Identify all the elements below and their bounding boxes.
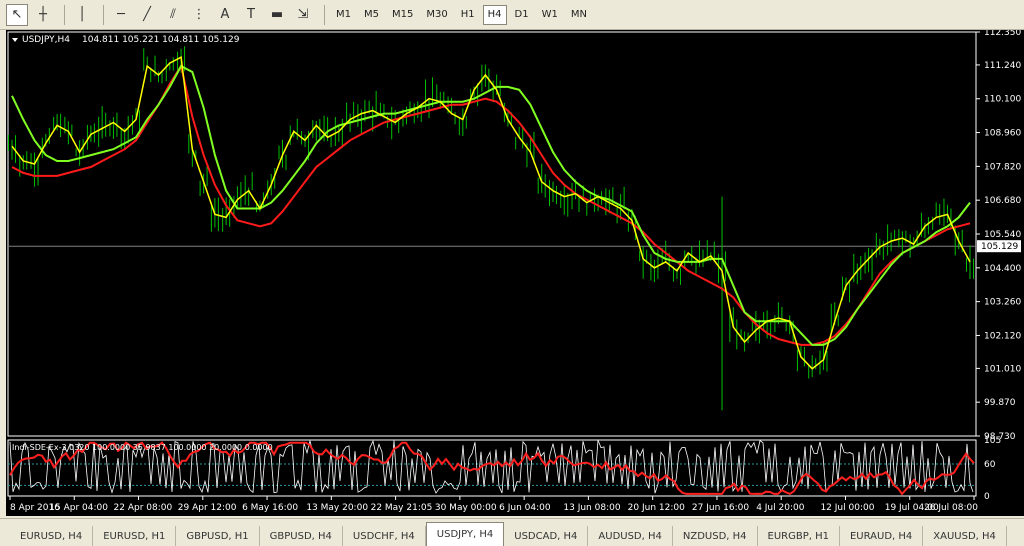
x-tick-label: 30 May 00:00 (435, 503, 497, 513)
chart-tab[interactable]: NZDUSD, H4 (673, 526, 758, 546)
text-icon[interactable]: A (214, 4, 236, 26)
chart-tab[interactable]: XAUUSD, H4 (923, 526, 1007, 546)
crosshair-icon[interactable]: ┼ (32, 4, 54, 26)
x-tick-label: 6 May 16:00 (242, 503, 298, 513)
medium-ma-line (11, 64, 971, 346)
indicator-tick-label: 0 (984, 492, 990, 502)
toolbar: ↖ ┼ │ ─ ╱ ⫽ ⋮ A T ▬ ⇲ M1 M5 M15 M30 H1 H4 D1 W1 MN (0, 0, 1024, 30)
timeframe-m15-button[interactable]: M15 (387, 5, 418, 25)
equidistant-channel-icon[interactable]: ⫽ (162, 4, 184, 26)
timeframe-bar: M1 M5 M15 M30 H1 H4 D1 W1 MN (331, 4, 595, 25)
chart-tab[interactable]: EURUSD, H4 (10, 526, 94, 546)
chart-tab[interactable]: USDCAD, H4 (504, 526, 589, 546)
main-plot-frame (7, 31, 977, 437)
y-tick-label: 105.540 (984, 230, 1021, 240)
x-tick-label: 15 Apr 04:00 (49, 503, 108, 513)
indicator-tick-label: 60 (984, 460, 996, 470)
y-tick-label: 103.260 (984, 298, 1021, 308)
chart-tab[interactable]: GBPUSD, H4 (260, 526, 343, 546)
price-chart[interactable]: 112.350 111.240 110.100 108.960 107.820 106.6… (6, 30, 1024, 516)
x-tick-label: 20 Jun 12:00 (628, 503, 685, 513)
x-tick-label: 4 Jul 20:00 (756, 503, 805, 513)
chart-tab[interactable]: EURUSD, H1 (93, 526, 177, 546)
timeframe-m5-button[interactable]: M5 (359, 5, 384, 25)
fast-ma-line (11, 56, 971, 370)
y-tick-label: 99.870 (984, 398, 1016, 408)
x-tick-label: 27 Jun 16:00 (692, 503, 749, 513)
chart-tab[interactable]: GBPUSD, H1 (176, 526, 260, 546)
y-tick-label: 106.680 (984, 196, 1021, 206)
indicator-header: Indi-SDE-Ex-3.0320 100.0000 35.9837 100.… (12, 443, 273, 452)
vertical-line-icon[interactable]: │ (71, 4, 93, 26)
x-tick-label: 22 Apr 08:00 (114, 503, 173, 513)
chart-tabs: EURUSD, H4 EURUSD, H1 GBPUSD, H1 GBPUSD, H4… (0, 518, 1024, 546)
y-tick-label: 104.400 (984, 264, 1021, 274)
chart-tab[interactable]: EURAUD, H4 (840, 526, 924, 546)
y-tick-label: 101.010 (984, 364, 1021, 374)
x-tick-label: 12 Jul 00:00 (820, 503, 874, 513)
toolbar-separator (64, 4, 65, 25)
y-tick-label: 112.350 (984, 30, 1021, 38)
chart-tab[interactable]: USDJPY, H4 (425, 522, 505, 546)
chart-area[interactable]: 112.350 111.240 110.100 108.960 107.820 106.6… (6, 30, 1024, 516)
cursor-icon[interactable]: ↖ (6, 3, 28, 26)
timeframe-m30-button[interactable]: M30 (421, 5, 452, 25)
symbol-menu-icon (12, 38, 18, 42)
ohlc-label: 104.811 105.221 104.811 105.129 (82, 35, 240, 45)
horizontal-line-icon[interactable]: ─ (110, 4, 132, 26)
timeframe-mn-button[interactable]: MN (566, 5, 592, 25)
y-tick-label: 107.820 (984, 162, 1021, 172)
arrows-icon[interactable]: ⇲ (292, 4, 314, 26)
text-label-icon[interactable]: T (240, 4, 262, 26)
x-tick-label: 22 May 21:05 (371, 503, 433, 513)
rectangle-icon[interactable]: ▬ (266, 4, 288, 26)
indicator-tick-label: 105 (984, 436, 1001, 446)
fibonacci-icon[interactable]: ⋮ (188, 4, 210, 26)
drawing-tools: ↖ ┼ │ ─ ╱ ⫽ ⋮ A T ▬ ⇲ (6, 3, 318, 26)
chart-tab[interactable]: EURGBP, H1 (758, 526, 840, 546)
symbol-label: USDJPY,H4 (22, 35, 70, 45)
timeframe-d1-button[interactable]: D1 (510, 5, 534, 25)
x-tick-label: 13 Jun 08:00 (563, 503, 620, 513)
chart-tab[interactable]: AUDUSD, H4 (588, 526, 673, 546)
toolbar-separator (103, 4, 104, 25)
x-tick-label: 26 Jul 08:00 (924, 503, 978, 513)
toolbar-separator (324, 4, 325, 25)
x-tick-label: 29 Apr 12:00 (178, 503, 237, 513)
timeframe-w1-button[interactable]: W1 (537, 5, 563, 25)
timeframe-h4-button[interactable]: H4 (482, 4, 507, 25)
x-tick-label: 13 May 20:00 (306, 503, 368, 513)
y-tick-label: 111.240 (984, 61, 1021, 71)
y-tick-label: 110.100 (984, 95, 1021, 105)
y-tick-label: 108.960 (984, 129, 1021, 139)
trendline-icon[interactable]: ╱ (136, 4, 158, 26)
current-price-label: 105.129 (981, 242, 1018, 252)
x-tick-label: 6 Jun 04:00 (499, 503, 551, 513)
timeframe-h1-button[interactable]: H1 (456, 5, 480, 25)
y-tick-label: 102.120 (984, 331, 1021, 341)
timeframe-m1-button[interactable]: M1 (331, 5, 356, 25)
chart-tab[interactable]: USDCHF, H4 (343, 526, 426, 546)
